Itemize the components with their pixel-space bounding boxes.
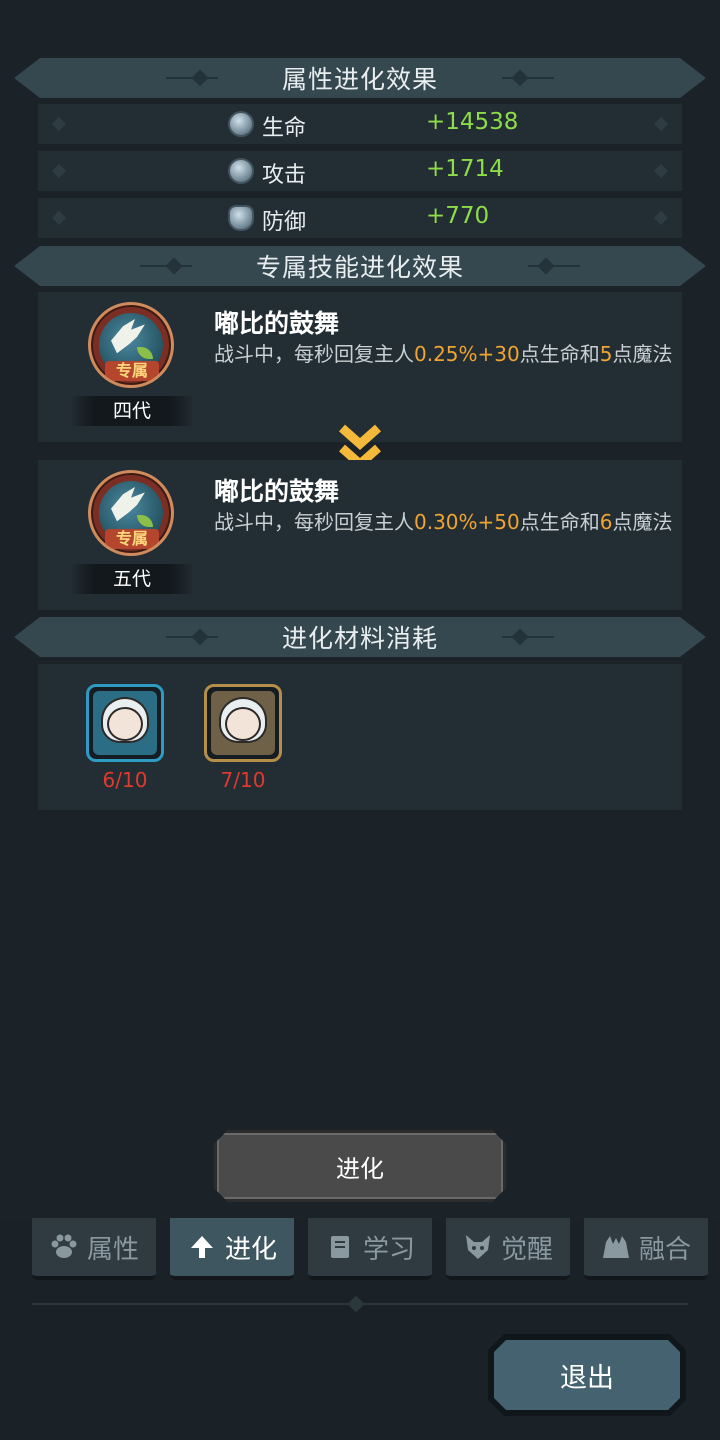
attribute-name: 防御	[262, 210, 307, 235]
skill-badge-icon: 专属	[88, 470, 174, 556]
attribute-name: 生命	[262, 116, 307, 141]
materials-section-header: 进化材料消耗	[14, 617, 706, 657]
row-ornament	[653, 163, 669, 179]
skill-section-title: 专属技能进化效果	[255, 253, 464, 282]
evolve-button[interactable]: 进化	[214, 1130, 506, 1202]
header-ornament-right	[502, 630, 554, 644]
row-ornament	[653, 210, 669, 226]
header-ornament-left	[166, 630, 218, 644]
skill-section-header: 专属技能进化效果	[14, 246, 706, 286]
tab-fusion[interactable]: 融合	[584, 1218, 708, 1280]
tab-awaken[interactable]: 觉醒	[446, 1218, 570, 1280]
row-ornament	[51, 210, 67, 226]
pet-avatar	[225, 707, 261, 741]
attributes-section-title: 属性进化效果	[281, 65, 438, 94]
heart-icon	[228, 111, 254, 137]
tab-label: 学习	[362, 1234, 415, 1265]
book-icon	[330, 1236, 349, 1258]
exit-button[interactable]: 退出	[488, 1334, 686, 1416]
attributes-section-header: 属性进化效果	[14, 58, 706, 98]
tab-label: 属性	[86, 1234, 139, 1265]
header-ornament-left	[140, 259, 192, 273]
generation-label: 四代	[70, 396, 194, 426]
skill-description: 战斗中，每秒回复主人0.25%+30点生命和5点魔法	[214, 342, 673, 366]
tab-label: 融合	[638, 1234, 691, 1265]
attribute-name: 攻击	[262, 163, 307, 188]
generation-label: 五代	[70, 564, 194, 594]
shield-icon	[228, 205, 254, 231]
attribute-row-hp: 生命 +14538	[38, 104, 682, 144]
attribute-row-defense: 防御 +770	[38, 198, 682, 238]
header-ornament-left	[166, 71, 218, 85]
exclusive-tag: 专属	[105, 361, 159, 381]
header-ornament-right	[502, 71, 554, 85]
row-ornament	[51, 163, 67, 179]
skill-name: 嘟比的鼓舞	[214, 309, 340, 338]
attribute-row-attack: 攻击 +1714	[38, 151, 682, 191]
material-count: 7/10	[220, 768, 266, 792]
row-ornament	[653, 116, 669, 132]
wolf-icon	[465, 1235, 490, 1259]
tab-learn[interactable]: 学习	[308, 1218, 432, 1280]
tab-label: 觉醒	[500, 1234, 553, 1265]
attribute-value: +14538	[426, 109, 519, 135]
row-ornament	[51, 116, 67, 132]
material-item[interactable]: 7/10	[204, 684, 282, 792]
materials-panel: 6/10 7/10	[38, 664, 682, 810]
material-frame[interactable]	[204, 684, 282, 762]
header-ornament-right	[528, 259, 580, 273]
arrow-up-icon	[190, 1236, 213, 1258]
pet-avatar	[107, 707, 143, 741]
tab-evolve[interactable]: 进化	[170, 1218, 294, 1280]
attack-icon	[228, 158, 254, 184]
materials-section-title: 进化材料消耗	[281, 624, 438, 653]
material-item[interactable]: 6/10	[86, 684, 164, 792]
material-frame[interactable]	[86, 684, 164, 762]
creatures-icon	[602, 1236, 629, 1258]
paw-icon	[51, 1234, 77, 1258]
attribute-value: +770	[426, 203, 490, 229]
skill-badge-icon: 专属	[88, 302, 174, 388]
material-count: 6/10	[102, 768, 148, 792]
skill-name: 嘟比的鼓舞	[214, 477, 340, 506]
tab-attributes[interactable]: 属性	[32, 1218, 156, 1280]
exclusive-tag: 专属	[105, 529, 159, 549]
tab-label: 进化	[224, 1234, 277, 1265]
skill-description: 战斗中，每秒回复主人0.30%+50点生命和6点魔法	[214, 510, 673, 534]
skill-panel-next: 专属 五代 嘟比的鼓舞 战斗中，每秒回复主人0.30%+50点生命和6点魔法	[38, 460, 682, 610]
exit-button-label[interactable]: 退出	[494, 1340, 680, 1410]
skill-panel-current: 专属 四代 嘟比的鼓舞 战斗中，每秒回复主人0.25%+30点生命和5点魔法	[38, 292, 682, 442]
attribute-value: +1714	[426, 156, 504, 182]
